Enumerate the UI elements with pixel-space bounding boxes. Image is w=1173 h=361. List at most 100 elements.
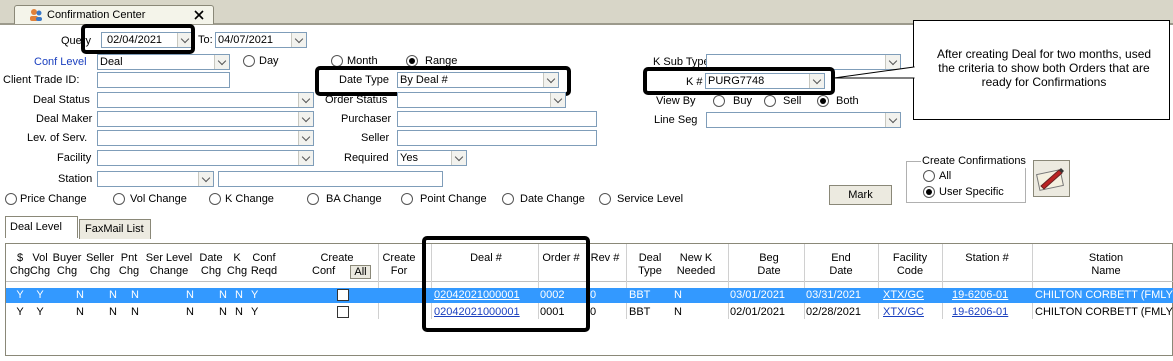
tab-deal-level[interactable]: Deal Level [5, 216, 78, 238]
k-change-radio[interactable] [209, 193, 221, 205]
window-tab-title: Confirmation Center [47, 9, 146, 21]
chevron-down-icon[interactable] [198, 172, 213, 186]
cell-facility-code[interactable]: XTX/GC [883, 305, 941, 320]
service-level-label: Service Level [617, 193, 684, 205]
cell-station-name: CHILTON CORBETT (FMLY [1035, 306, 1173, 318]
chevron-down-icon[interactable] [298, 112, 313, 126]
highlight-deal-order-columns [422, 236, 590, 332]
user-specific-radio[interactable] [923, 186, 935, 198]
cell-pnt-chg: N [131, 289, 139, 301]
col-facility-code[interactable]: Facility Code [880, 252, 940, 278]
col-station-name[interactable]: Station Name [1036, 252, 1173, 278]
col-new-k-needed[interactable]: New K Needed [670, 252, 722, 278]
col-k-chg[interactable]: K Chg [226, 252, 248, 278]
vol-change-radio[interactable] [113, 193, 125, 205]
cell-conf-reqd: Y [251, 306, 259, 318]
chevron-down-icon[interactable] [885, 113, 900, 127]
chevron-down-icon[interactable] [298, 151, 313, 165]
conf-level-label: Conf Level [34, 56, 87, 68]
deal-status-select[interactable] [97, 92, 314, 108]
col-station-name-line1: Station [1088, 252, 1124, 264]
cell-station-number[interactable]: 19-6206-01 [952, 288, 1030, 303]
callout-box: After creating Deal for two months, used… [913, 20, 1170, 120]
col-date-chg[interactable]: Date Chg [196, 252, 226, 278]
ba-change-radio[interactable] [307, 193, 319, 205]
line-seg-label: Line Seg [654, 114, 698, 126]
day-radio[interactable] [243, 55, 255, 67]
cell-facility-code[interactable]: XTX/GC [883, 288, 941, 303]
col-ser-level-line1: Ser Level [145, 252, 193, 264]
required-value: Yes [400, 152, 418, 164]
price-change-radio[interactable] [5, 193, 17, 205]
col-create-for[interactable]: Create For [377, 252, 421, 278]
col-beg-date[interactable]: Beg Date [734, 252, 804, 278]
close-icon[interactable] [193, 9, 205, 21]
col-new-k-line2: Needed [676, 265, 716, 277]
lev-serv-label: Lev. of Serv. [27, 132, 88, 144]
seller-input[interactable] [397, 130, 597, 146]
mark-button[interactable]: Mark [829, 185, 892, 205]
col-vol-chg-line1: Vol [32, 252, 48, 264]
col-deal-type[interactable]: Deal Type [630, 252, 670, 278]
select-all-button[interactable]: All [350, 265, 371, 279]
col-beg-date-line1: Beg [759, 252, 779, 264]
deal-maker-select[interactable] [97, 111, 314, 127]
tab-faxmail-list[interactable]: FaxMail List [79, 219, 151, 239]
cell-pnt-chg: N [131, 306, 139, 318]
tab-deal-level-label: Deal Level [10, 221, 62, 233]
col-vol-chg-line2: Chg [29, 265, 51, 277]
chevron-down-icon[interactable] [451, 151, 466, 165]
chevron-down-icon[interactable] [298, 131, 313, 145]
purchaser-input[interactable] [397, 111, 597, 127]
col-station-number[interactable]: Station # [946, 252, 1028, 265]
query-to-date-value: 04/07/2021 [218, 34, 274, 46]
sell-radio[interactable] [764, 95, 776, 107]
col-conf-reqd[interactable]: Conf Reqd [248, 252, 280, 278]
col-buyer-chg-line2: Chg [56, 265, 78, 277]
create-confirmations-button[interactable] [1033, 160, 1070, 197]
all-radio[interactable] [923, 170, 935, 182]
order-status-label: Order Status [325, 94, 388, 106]
cell-rev-number: 0 [590, 289, 597, 301]
date-change-radio[interactable] [502, 193, 514, 205]
query-to-date[interactable]: 04/07/2021 [215, 32, 307, 48]
order-status-select[interactable] [397, 92, 566, 108]
col-create-for-line1: Create [382, 252, 416, 264]
chevron-down-icon[interactable] [298, 93, 313, 107]
cell-end-date: 02/28/2021 [806, 306, 862, 318]
line-seg-select[interactable] [706, 112, 901, 128]
cell-deal-type: BBT [629, 289, 651, 301]
station-select[interactable] [97, 171, 214, 187]
conf-level-select[interactable]: Deal [97, 54, 230, 70]
chevron-down-icon[interactable] [550, 93, 565, 107]
cell-k-chg: N [235, 289, 243, 301]
col-create-for-line2: For [390, 265, 408, 277]
chevron-down-icon[interactable] [291, 33, 306, 47]
service-level-radio[interactable] [599, 193, 611, 205]
col-pnt-chg[interactable]: Pnt Chg [116, 252, 142, 278]
chevron-down-icon[interactable] [214, 55, 229, 69]
cell-station-number[interactable]: 19-6206-01 [952, 305, 1030, 320]
create-conf-checkbox[interactable] [337, 306, 349, 318]
create-conf-checkbox[interactable] [337, 289, 349, 301]
station-name-input[interactable] [218, 171, 443, 187]
client-trade-id-input[interactable] [97, 72, 230, 88]
point-change-radio[interactable] [401, 193, 413, 205]
required-select[interactable]: Yes [397, 150, 467, 166]
day-label: Day [259, 55, 279, 67]
col-ser-level-change[interactable]: Ser Level Change [140, 252, 198, 278]
both-radio[interactable] [817, 95, 829, 107]
col-vol-chg[interactable]: Vol Chg [28, 252, 52, 278]
window-tab-confirmation-center[interactable]: Confirmation Center [14, 5, 214, 25]
lev-serv-select[interactable] [97, 130, 314, 146]
cell-deal-type: BBT [629, 306, 651, 318]
buy-radio[interactable] [713, 95, 725, 107]
station-label: Station [58, 173, 93, 185]
col-rev-number[interactable]: Rev # [588, 252, 622, 265]
col-pnt-chg-line2: Chg [118, 265, 140, 277]
col-end-date[interactable]: End Date [806, 252, 876, 278]
col-buyer-chg[interactable]: Buyer Chg [50, 252, 84, 278]
col-seller-chg[interactable]: Seller Chg [83, 252, 117, 278]
facility-select[interactable] [97, 150, 314, 166]
col-conf-reqd-line2: Reqd [250, 265, 278, 277]
